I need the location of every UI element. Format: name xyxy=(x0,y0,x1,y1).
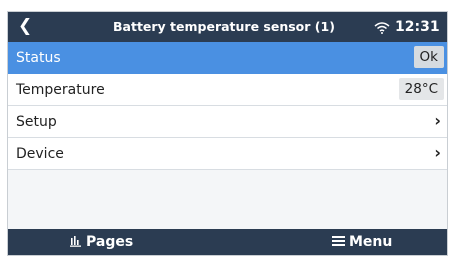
list-item-status[interactable]: Status Ok xyxy=(8,42,447,74)
temperature-value: 28°C xyxy=(398,78,444,100)
list-item-setup[interactable]: Setup › xyxy=(8,106,447,138)
bar-chart-icon xyxy=(70,236,81,247)
clock: 12:31 xyxy=(395,19,440,35)
top-bar: ❮ Battery temperature sensor (1) 12:31 xyxy=(8,12,447,42)
setup-label: Setup xyxy=(16,114,57,130)
chevron-right-icon: › xyxy=(434,143,441,162)
status-label: Status xyxy=(16,50,61,66)
list-item-temperature[interactable]: Temperature 28°C xyxy=(8,74,447,106)
menu-button[interactable]: Menu xyxy=(332,232,392,252)
chevron-right-icon: › xyxy=(434,111,441,130)
settings-list: Status Ok Temperature 28°C Setup › Devic… xyxy=(8,42,447,170)
wifi-icon xyxy=(374,22,390,34)
temperature-label: Temperature xyxy=(16,82,105,98)
back-chevron-icon[interactable]: ❮ xyxy=(18,16,32,36)
pages-label: Pages xyxy=(86,234,134,250)
device-screen: ❮ Battery temperature sensor (1) 12:31 S… xyxy=(7,11,448,256)
menu-label: Menu xyxy=(349,234,393,250)
list-item-device[interactable]: Device › xyxy=(8,138,447,170)
device-label: Device xyxy=(16,146,64,162)
hamburger-icon xyxy=(332,236,345,246)
page-title: Battery temperature sensor (1) xyxy=(113,19,335,34)
status-value: Ok xyxy=(413,46,444,68)
bottom-bar: Pages Menu xyxy=(8,229,447,255)
pages-button[interactable]: Pages xyxy=(70,232,133,252)
